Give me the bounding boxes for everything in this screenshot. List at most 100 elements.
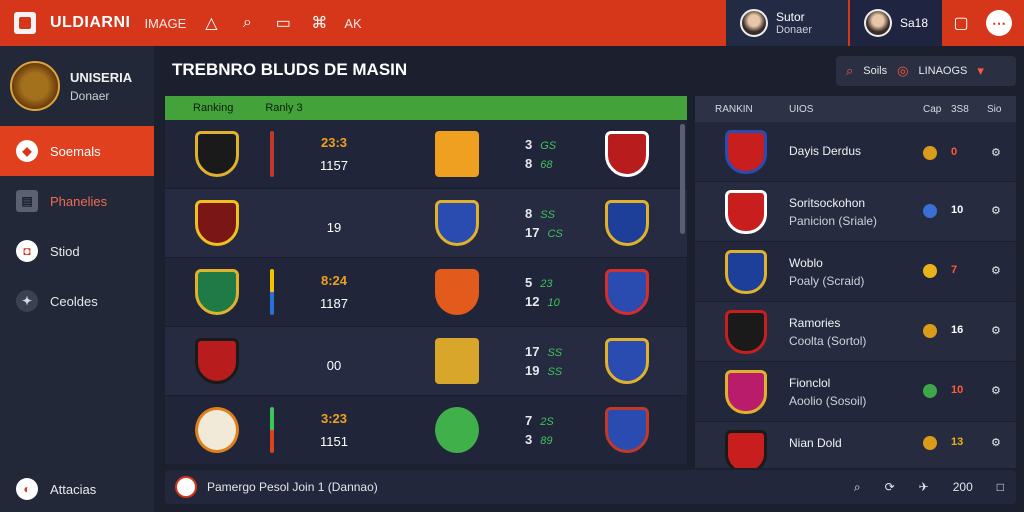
gear-icon: ✦ [16,290,38,312]
table-header: Ranking Ranly 3 [165,96,687,120]
status-dot [923,204,937,218]
points: 3 GS 8 68 [525,137,557,171]
toolbar: ⌕ Soils ◎ LINAOGS ▾ [836,56,1016,86]
match-score: 19 [326,219,342,235]
gear-icon[interactable]: ⚙ [991,146,1001,159]
column-header[interactable]: Ranking [193,102,233,114]
status-dot [923,436,937,450]
team-badge-icon [195,407,239,453]
match-score: 3:23 1151 [320,411,348,449]
status-text: Pamergo Pesol Join 1 (Dannao) [207,480,378,494]
team-crest-icon [725,430,767,468]
team-badge-icon [435,131,479,177]
avatar [864,9,892,37]
rank-value: 10 [951,384,964,396]
column-header[interactable]: 3S8 [951,104,969,115]
plane-icon[interactable]: ✈ [919,480,929,494]
team-crest-icon [725,310,767,354]
refresh-icon[interactable]: ⟳ [885,480,895,494]
gear-icon[interactable]: ⚙ [991,384,1001,397]
table-row[interactable]: 00 17 SS 19 SS [165,327,687,396]
rank-value: 0 [951,146,958,158]
app-logo-icon [14,12,36,34]
table-row[interactable]: 23:3 1157 3 GS 8 68 [165,120,687,189]
search-label[interactable]: Soils [863,65,887,77]
team-badge-icon [195,269,239,315]
club-crest-icon [10,61,60,111]
team-logo-icon [175,476,197,498]
trophy-icon: ◘ [16,240,38,262]
more-icon[interactable]: ⋯ [986,10,1012,36]
sidebar-item-attacias[interactable]: ◐ Attacias [0,478,96,500]
clipboard-icon[interactable]: ▢ [950,13,972,33]
bell-icon[interactable]: △ [200,13,222,33]
team-badge-icon [435,338,479,384]
list-item[interactable]: Dayis Derdus 0 ⚙ [695,122,1016,182]
brand-subtitle: Donaer [70,88,110,103]
brand: UNISERIA Donaer [0,46,154,126]
top-bar-right: ▢ ⋯ [942,0,1024,46]
chevron-down-icon[interactable]: ▾ [977,63,984,79]
gear-icon[interactable]: ⚙ [991,324,1001,337]
sidebar-item-phanelies[interactable]: ▤ Phanelies [0,176,154,226]
top-bar-left: ULDIARNI IMAGE △ ⌕ ▭ ⌘ AK [0,0,724,46]
user-card-2[interactable]: Sa18 [848,0,942,46]
team-name: Soritsockohon [789,196,866,210]
team-badge-icon [605,131,649,177]
search-icon[interactable]: ⌕ [846,63,853,79]
gear-icon[interactable]: ⚙ [991,204,1001,217]
team-subtitle: Aoolio (Sosoil) [789,394,867,408]
sidebar-item-label: Ceoldes [50,293,98,309]
menu-item-image[interactable]: IMAGE [144,16,186,31]
status-bar: Pamergo Pesol Join 1 (Dannao) ⌕ ⟳ ✈ 200 … [165,470,1016,504]
gear-icon[interactable]: ⚙ [991,436,1001,449]
column-header[interactable]: Ranly 3 [265,102,302,114]
sidebar-item-stiod[interactable]: ◘ Stiod [0,226,154,276]
footer-value: 200 [952,480,973,494]
scrollbar[interactable] [680,124,685,234]
team-badge-icon [195,200,239,246]
flag-icon: ▤ [16,190,38,212]
search-icon[interactable]: ⌕ [854,480,861,495]
list-item[interactable]: Fionclol Aoolio (Sosoil) 10 ⚙ [695,362,1016,422]
menu-dropdown[interactable]: LINAOGS [918,65,967,77]
matches-table: Ranking Ranly 3 23:3 1157 3 GS 8 68 19 8 SS … [165,96,687,464]
list-item[interactable]: Nian Dold 13 ⚙ [695,422,1016,468]
sidebar-item-soemals[interactable]: ◆ Soemals [0,126,154,176]
status-dot [923,264,937,278]
team-badge-icon [435,200,479,246]
column-header[interactable]: RANKIN [715,104,753,115]
table-row[interactable]: 8:24 1187 5 23 12 10 [165,258,687,327]
column-header[interactable]: Sio [987,104,1001,115]
user-name: Sutor [776,9,805,24]
list-item[interactable]: Ramories Coolta (Sortol) 16 ⚙ [695,302,1016,362]
sidebar-item-label: Soemals [50,143,101,159]
team-crest-icon [725,190,767,234]
table-row[interactable]: 19 8 SS 17 CS [165,189,687,258]
menu-item-ak[interactable]: AK [344,16,361,31]
target-icon[interactable]: ◎ [897,63,908,79]
gear-icon[interactable]: ⚙ [991,264,1001,277]
form-stripe [270,407,274,453]
sidebar: UNISERIA Donaer ◆ Soemals ▤ Phanelies ◘ … [0,46,154,512]
user-name: Sa18 [899,16,928,30]
rankings-header: RANKIN UIOS Cap 3S8 Sio [695,96,1016,122]
user-card-1[interactable]: Sutor Donaer [724,0,848,46]
top-bar: ULDIARNI IMAGE △ ⌕ ▭ ⌘ AK Sutor Donaer S… [0,0,1024,46]
team-badge-icon [605,338,649,384]
sidebar-item-ceoldes[interactable]: ✦ Ceoldes [0,276,154,326]
status-dot [923,384,937,398]
team-badge-icon [195,131,239,177]
square-icon[interactable]: □ [997,480,1004,494]
search-icon[interactable]: ⌕ [236,14,258,32]
chat-icon[interactable]: ⌘ [308,13,330,33]
document-icon[interactable]: ▭ [272,13,294,33]
column-header[interactable]: Cap [923,104,941,115]
team-name: Nian Dold [789,436,842,450]
table-row[interactable]: 3:23 1151 7 2S 3 89 [165,396,687,464]
match-score: 00 [326,357,342,373]
shield-icon: ◆ [16,140,38,162]
list-item[interactable]: Soritsockohon Panicion (Sriale) 10 ⚙ [695,182,1016,242]
list-item[interactable]: Woblo Poaly (Scraid) 7 ⚙ [695,242,1016,302]
column-header[interactable]: UIOS [789,104,813,115]
